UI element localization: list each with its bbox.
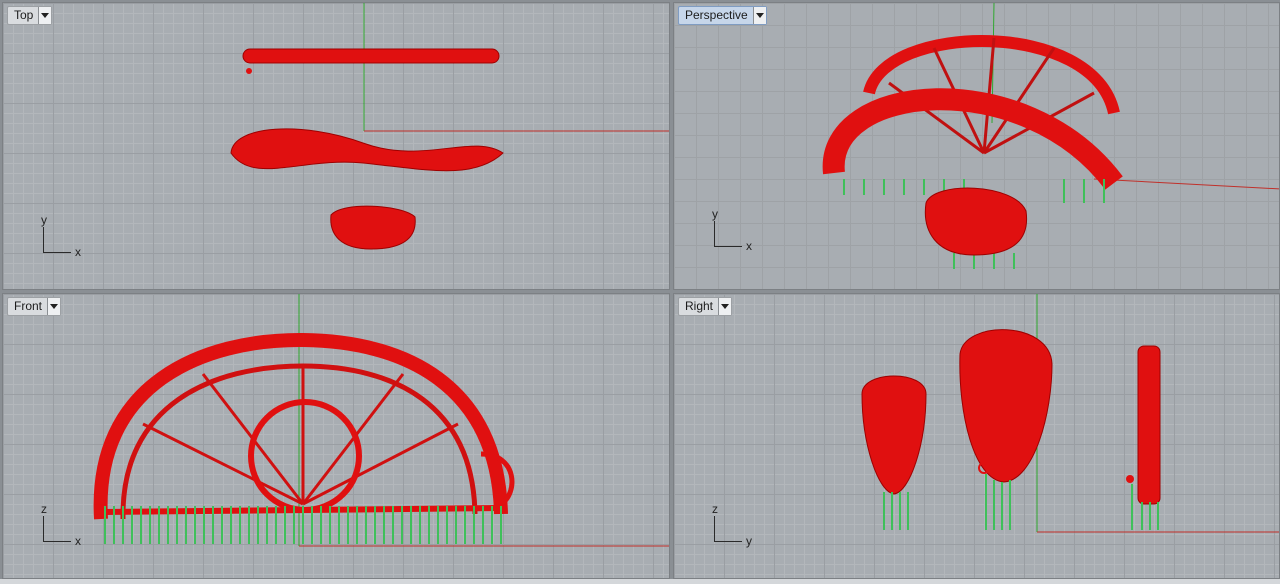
viewport-perspective[interactable]: Perspective y x [673,2,1280,290]
viewport-top[interactable]: Top y x [2,2,670,290]
axis-gizmo: z y [712,502,752,548]
viewport-title: Right [685,299,714,313]
ring-small-side[interactable] [861,375,927,495]
scene-top[interactable] [3,3,670,290]
viewport-label-front[interactable]: Front [7,297,62,316]
scene-perspective[interactable] [674,3,1280,290]
ring-wave-side[interactable] [959,329,1053,483]
scene-right[interactable] [674,294,1280,579]
axis-gizmo: y x [41,213,81,259]
viewport-label-perspective[interactable]: Perspective [678,6,767,25]
chevron-down-icon[interactable] [38,7,52,24]
viewport-label-top[interactable]: Top [7,6,53,25]
scene-front[interactable] [3,294,670,579]
arch-front[interactable] [822,88,1123,190]
chevron-down-icon[interactable] [47,298,61,315]
chevron-down-icon[interactable] [718,298,732,315]
ring-top-profile[interactable] [242,48,500,64]
viewport-label-right[interactable]: Right [678,297,733,316]
ring-small-3d[interactable] [924,187,1028,256]
chevron-down-icon[interactable] [752,7,766,24]
ring-wave-profile[interactable] [230,128,504,172]
ring-small-profile[interactable] [330,205,416,250]
ring-top-side[interactable] [1137,345,1161,505]
viewport-title: Perspective [685,8,748,22]
viewport-front[interactable]: Front z x [2,293,670,579]
viewport-title: Front [14,299,43,313]
axis-gizmo: z x [41,502,81,548]
viewport-title: Top [14,8,34,22]
viewport-tabs-strip [0,579,1280,584]
viewport-right[interactable]: Right z y [673,293,1280,579]
axis-gizmo: y x [712,207,752,253]
